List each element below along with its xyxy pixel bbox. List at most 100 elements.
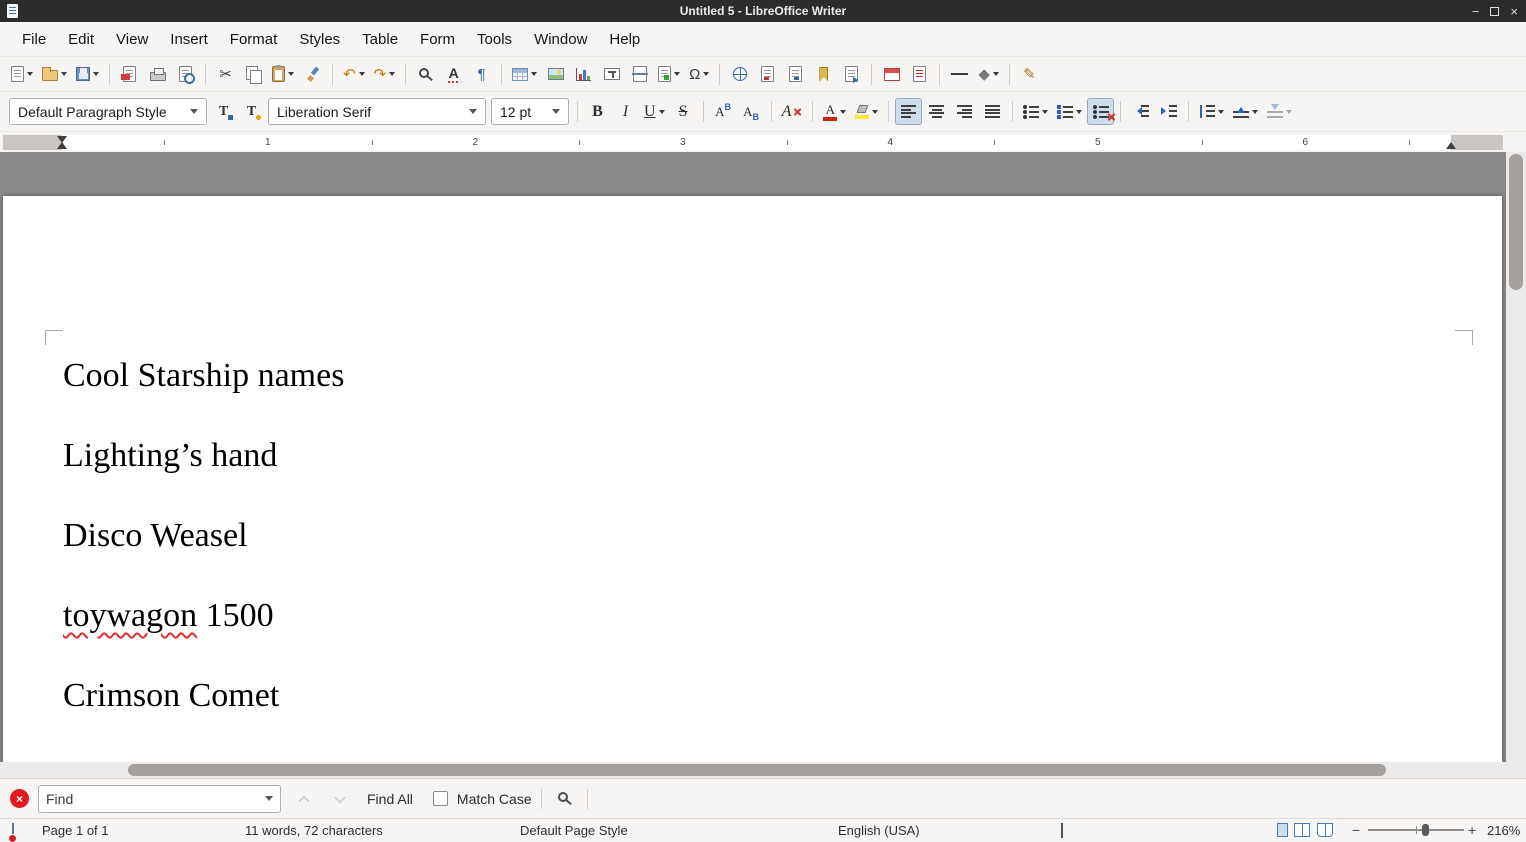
menu-form[interactable]: Form <box>410 26 465 53</box>
strikethrough-button[interactable]: S <box>670 98 697 125</box>
zoom-slider[interactable] <box>1368 823 1464 837</box>
font-size-select[interactable]: 12 pt <box>491 98 569 125</box>
insert-cross-reference-button[interactable] <box>838 61 865 88</box>
menu-tools[interactable]: Tools <box>467 26 522 53</box>
insert-special-character-button[interactable]: Ω <box>685 61 713 88</box>
dropdown-arrow[interactable] <box>1286 110 1292 114</box>
paragraph[interactable]: Cool Starship names <box>63 356 344 396</box>
bullet-list-button[interactable] <box>1019 98 1052 125</box>
find-and-replace-button[interactable] <box>551 785 578 812</box>
paragraph[interactable]: Disco Weasel <box>63 516 344 556</box>
insert-footnote-button[interactable] <box>754 61 781 88</box>
zoom-in-button[interactable]: + <box>1468 823 1476 837</box>
insert-field-button[interactable] <box>654 61 684 88</box>
document-text[interactable]: Cool Starship names Lighting’s hand Disc… <box>63 356 344 756</box>
copy-button[interactable] <box>240 61 267 88</box>
find-replace-button[interactable] <box>412 61 439 88</box>
update-style-button[interactable]: T <box>210 98 237 125</box>
dropdown-arrow[interactable] <box>1042 110 1048 114</box>
insert-hyperlink-button[interactable] <box>726 61 753 88</box>
close-button[interactable]: × <box>1510 5 1518 18</box>
dropdown-arrow[interactable] <box>389 72 395 76</box>
paragraph-text[interactable]: 1500 <box>197 597 274 634</box>
find-all-button[interactable]: Find All <box>362 788 418 810</box>
basic-shapes-button[interactable]: ◆ <box>974 61 1003 88</box>
dropdown-arrow[interactable] <box>359 72 365 76</box>
multi-page-view-button[interactable] <box>1294 823 1310 837</box>
font-color-button[interactable]: A <box>819 98 850 125</box>
menu-view[interactable]: View <box>106 26 158 53</box>
zoom-level[interactable]: 216% <box>1487 823 1520 838</box>
increase-paragraph-spacing-button[interactable] <box>1229 98 1262 125</box>
unsaved-changes-icon[interactable] <box>12 823 14 840</box>
dropdown-arrow[interactable] <box>872 110 878 114</box>
insert-page-break-button[interactable] <box>626 61 653 88</box>
print-preview-button[interactable] <box>172 61 199 88</box>
paragraph[interactable]: toywagon 1500 <box>63 596 344 636</box>
dropdown-arrow[interactable] <box>531 72 537 76</box>
find-input[interactable] <box>46 791 261 807</box>
horizontal-ruler[interactable]: 123456 <box>0 131 1526 152</box>
insert-bookmark-button[interactable] <box>810 61 837 88</box>
page-indicator[interactable]: Page 1 of 1 <box>42 823 109 838</box>
no-list-button[interactable] <box>1087 98 1114 125</box>
new-document-button[interactable] <box>7 61 37 88</box>
horizontal-scrollbar[interactable] <box>0 762 1526 778</box>
track-changes-button[interactable] <box>906 61 933 88</box>
formatting-marks-button[interactable]: ¶ <box>468 61 495 88</box>
word-count[interactable]: 11 words, 72 characters <box>245 823 383 838</box>
dropdown-arrow[interactable] <box>27 72 33 76</box>
dropdown-arrow[interactable] <box>1218 110 1224 114</box>
zoom-slider-thumb[interactable] <box>1422 824 1429 836</box>
close-find-button[interactable]: × <box>10 789 29 808</box>
dropdown-arrow[interactable] <box>288 72 294 76</box>
menu-insert[interactable]: Insert <box>160 26 218 53</box>
misspelled-word[interactable]: toywagon <box>63 597 197 634</box>
italic-button[interactable]: I <box>612 98 639 125</box>
numbered-list-button[interactable] <box>1053 98 1086 125</box>
paragraph-style-select[interactable]: Default Paragraph Style <box>9 98 207 125</box>
save-button[interactable] <box>72 61 103 88</box>
horizontal-scrollbar-thumb[interactable] <box>128 764 1386 776</box>
text-language[interactable]: English (USA) <box>838 823 920 838</box>
menu-table[interactable]: Table <box>352 26 408 53</box>
open-button[interactable] <box>38 61 71 88</box>
left-indent-marker[interactable] <box>57 142 67 149</box>
align-right-button[interactable] <box>951 98 978 125</box>
align-left-button[interactable] <box>895 98 922 125</box>
paragraph[interactable]: Lighting’s hand <box>63 436 344 476</box>
font-name-select[interactable]: Liberation Serif <box>268 98 486 125</box>
document-page[interactable]: Cool Starship names Lighting’s hand Disc… <box>3 196 1502 762</box>
dropdown-arrow[interactable] <box>993 72 999 76</box>
increase-indent-button[interactable] <box>1155 98 1182 125</box>
undo-button[interactable]: ↶ <box>339 61 369 88</box>
menu-help[interactable]: Help <box>599 26 650 53</box>
menu-format[interactable]: Format <box>220 26 288 53</box>
cut-button[interactable]: ✂ <box>212 61 239 88</box>
paragraph[interactable]: Crimson Comet <box>63 676 344 716</box>
dropdown-arrow[interactable] <box>93 72 99 76</box>
decrease-paragraph-spacing-button[interactable] <box>1263 98 1296 125</box>
menu-edit[interactable]: Edit <box>58 26 104 53</box>
match-case-checkbox[interactable] <box>433 791 448 806</box>
justify-button[interactable] <box>979 98 1006 125</box>
highlight-color-button[interactable] <box>851 98 882 125</box>
insert-textbox-button[interactable] <box>598 61 625 88</box>
vertical-scrollbar[interactable] <box>1506 152 1526 762</box>
book-view-button[interactable] <box>1317 823 1333 837</box>
show-draw-functions-button[interactable]: ✎ <box>1016 61 1043 88</box>
dropdown-arrow[interactable] <box>840 110 846 114</box>
insert-endnote-button[interactable] <box>782 61 809 88</box>
clear-formatting-button[interactable]: A <box>778 98 807 125</box>
insert-line-button[interactable] <box>946 61 973 88</box>
insert-image-button[interactable] <box>542 61 569 88</box>
zoom-out-button[interactable]: − <box>1352 823 1360 837</box>
ruler-strip[interactable]: 123456 <box>3 135 1503 150</box>
redo-button[interactable]: ↷ <box>370 61 400 88</box>
align-center-button[interactable] <box>923 98 950 125</box>
minimize-button[interactable]: − <box>1472 5 1480 18</box>
menu-file[interactable]: File <box>12 26 56 53</box>
subscript-button[interactable]: AB <box>738 98 765 125</box>
print-button[interactable] <box>144 61 171 88</box>
line-spacing-button[interactable] <box>1195 98 1228 125</box>
